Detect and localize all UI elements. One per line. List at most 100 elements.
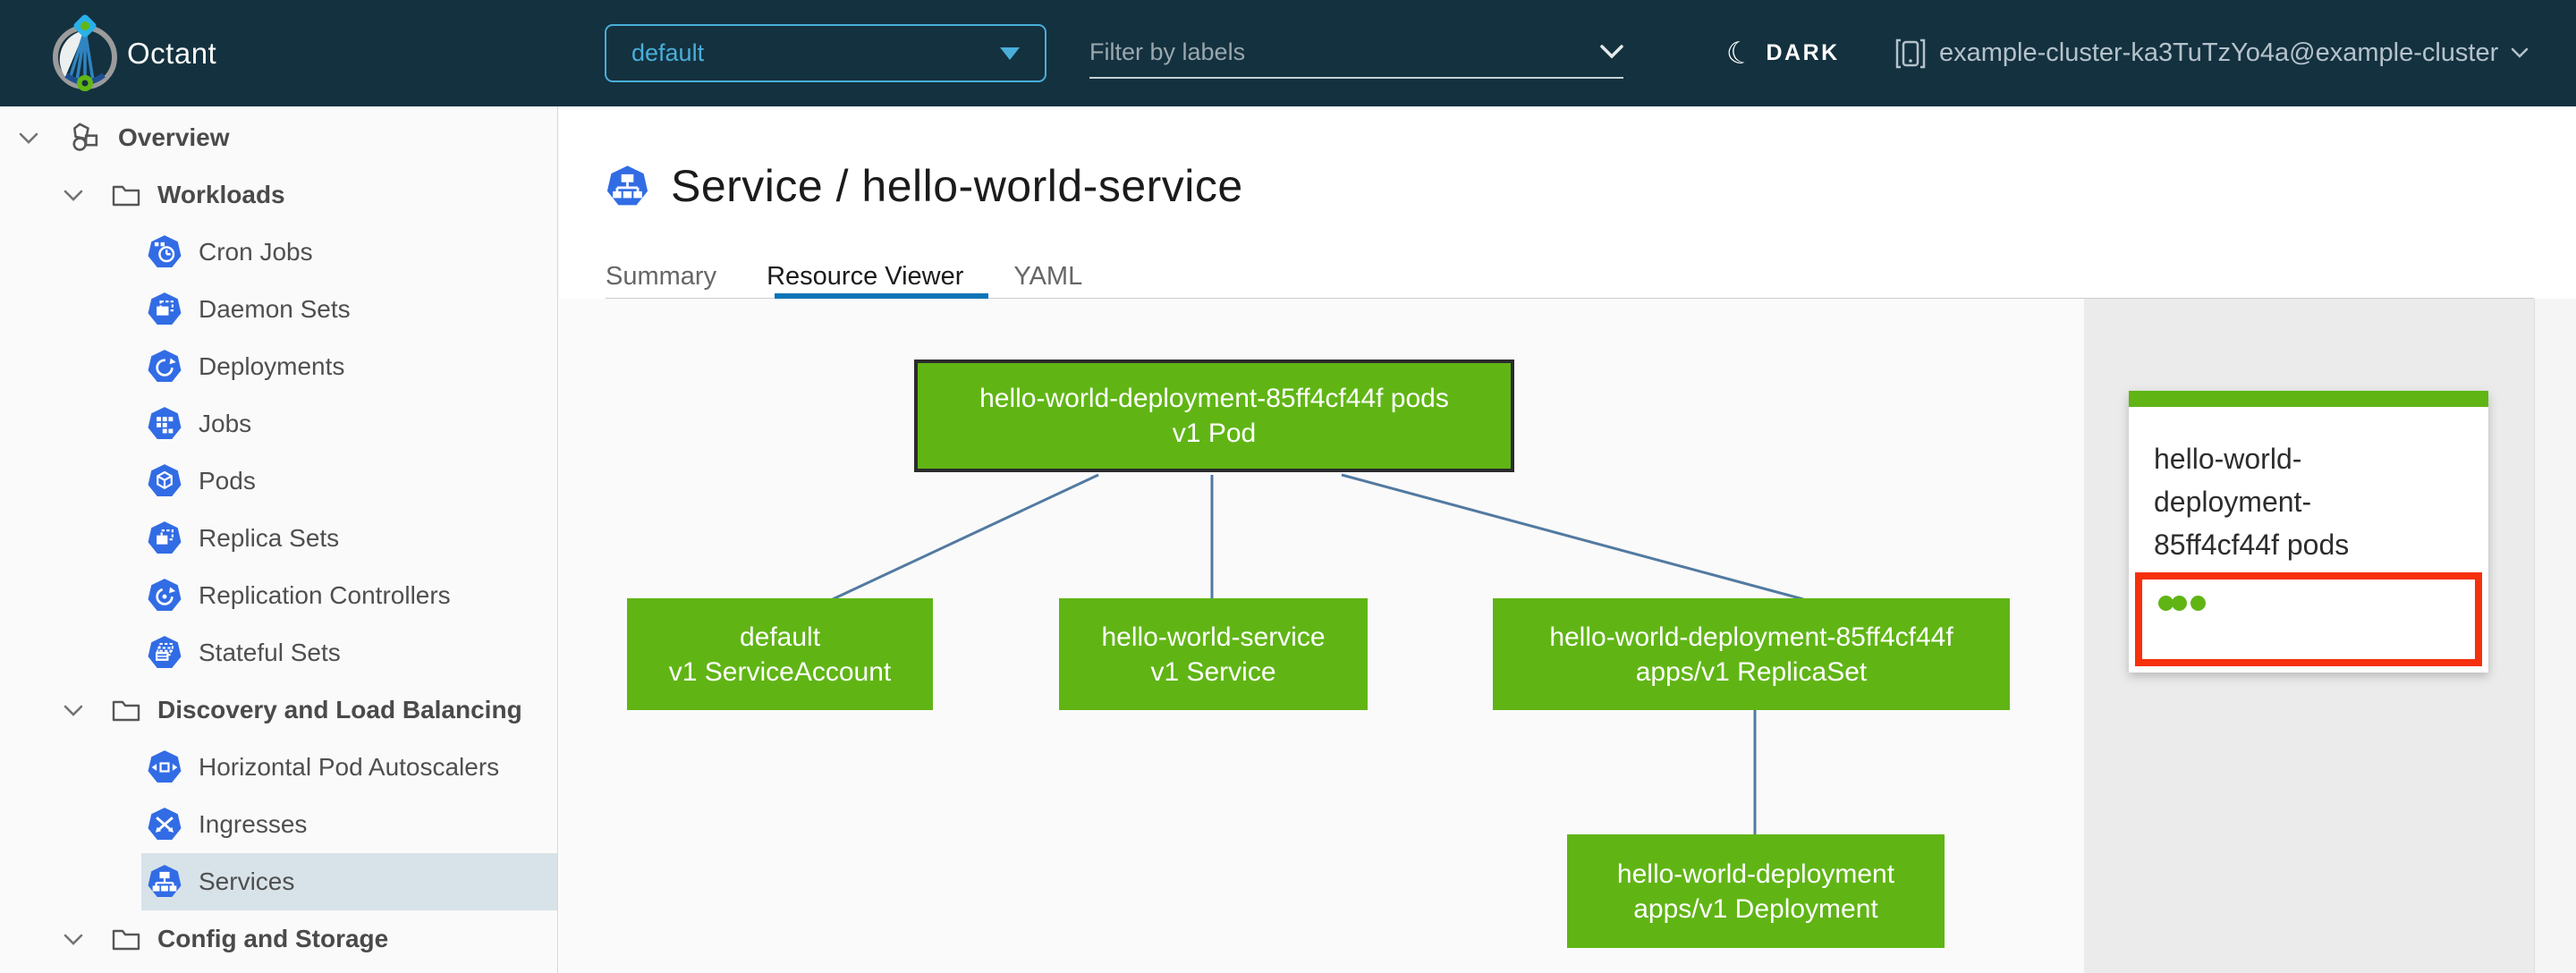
- card-title: hello-world-deployment-85ff4cf44f pods: [2154, 443, 2350, 561]
- folder-icon: [112, 929, 140, 951]
- tab-resource-viewer[interactable]: Resource Viewer: [767, 257, 963, 299]
- sidebar-item-label: Config and Storage: [157, 925, 389, 952]
- moon-icon: ☾: [1723, 32, 1758, 74]
- detail-side-panel: hello-world-deployment-85ff4cf44f pods: [2084, 299, 2534, 973]
- cluster-context-label: example-cluster-ka3TuTzYo4a@example-clus…: [1939, 38, 2499, 67]
- sidebar-item-label: Replication Controllers: [199, 581, 451, 609]
- page-title-text: Service / hello-world-service: [671, 161, 1243, 211]
- sidebar-item-horizontal-pod-autoscalers[interactable]: Horizontal Pod Autoscalers: [0, 739, 557, 796]
- chevron-down-icon[interactable]: [63, 189, 84, 202]
- sidebar-item-config-and-storage[interactable]: Config and Storage: [0, 910, 557, 968]
- applications-icon: [72, 123, 98, 151]
- cluster-icon: [1895, 38, 1926, 68]
- graph-node-deployment[interactable]: hello-world-deployment apps/v1 Deploymen…: [1567, 834, 1945, 948]
- sidebar-item-label: Services: [199, 867, 295, 895]
- sidebar-item-stateful-sets[interactable]: Stateful Sets: [0, 624, 557, 681]
- pod-dot-icon: [2172, 596, 2187, 611]
- node-label-line1: hello-world-deployment: [1616, 859, 1895, 889]
- chevron-down-icon[interactable]: [63, 933, 84, 946]
- folder-icon: [112, 185, 140, 207]
- node-label-line1: hello-world-deployment-85ff4cf44f pods: [979, 384, 1449, 413]
- node-label-line1: default: [739, 622, 821, 652]
- chevron-down-icon: [1600, 45, 1623, 59]
- tab-bar: Summary Resource Viewer YAML: [606, 257, 1132, 299]
- right-edge-gutter: [2534, 299, 2576, 973]
- card-status-bar: [2129, 391, 2488, 407]
- graph-node-pod[interactable]: hello-world-deployment-85ff4cf44f pods v…: [914, 360, 1514, 472]
- sidebar-item-ingresses[interactable]: Ingresses: [0, 796, 557, 853]
- caret-down-icon: [1000, 47, 1020, 60]
- cronjob-icon: [148, 235, 182, 267]
- tab-yaml[interactable]: YAML: [1013, 257, 1082, 299]
- ingress-icon: [148, 808, 182, 840]
- replicationcontroller-icon: [148, 579, 182, 611]
- deployment-icon: [148, 350, 182, 382]
- node-label-line2: v1 Pod: [1172, 419, 1257, 448]
- sidebar-item-label: Ingresses: [199, 810, 308, 838]
- namespace-value: default: [631, 39, 705, 66]
- label-filter-placeholder: Filter by labels: [1089, 38, 1246, 65]
- service-icon: [606, 165, 648, 205]
- sidebar-item-label: Jobs: [199, 410, 252, 437]
- sidebar-item-daemon-sets[interactable]: Daemon Sets: [0, 281, 557, 338]
- app-title: Octant: [127, 36, 217, 70]
- sidebar-item-workloads[interactable]: Workloads: [0, 166, 557, 224]
- pod-status-highlight-box: [2135, 572, 2482, 666]
- node-label-line1: hello-world-deployment-85ff4cf44f: [1549, 622, 1953, 652]
- cluster-context-selector[interactable]: example-cluster-ka3TuTzYo4a@example-clus…: [1894, 0, 2529, 106]
- sidebar-item-services[interactable]: Services: [0, 853, 557, 910]
- sidebar-item-label: Pods: [199, 467, 256, 495]
- label-filter-input[interactable]: Filter by labels: [1089, 27, 1623, 79]
- sidebar-item-label: Overview: [118, 123, 230, 151]
- job-icon: [148, 407, 182, 439]
- octant-window: Octant default Filter by labels ☾ DARK e…: [0, 0, 2576, 973]
- header-bar: Octant default Filter by labels ☾ DARK e…: [0, 0, 2576, 106]
- octant-logo-icon: [50, 14, 120, 95]
- graph-node-service[interactable]: hello-world-service v1 Service: [1059, 598, 1368, 710]
- daemonset-icon: [148, 292, 182, 325]
- resource-viewer-canvas[interactable]: hello-world-deployment-85ff4cf44f pods v…: [559, 299, 2084, 973]
- service-icon: [148, 865, 182, 897]
- sidebar-item-label: Horizontal Pod Autoscalers: [199, 753, 500, 781]
- pod-icon: [148, 464, 182, 496]
- chevron-down-icon[interactable]: [18, 131, 39, 145]
- sidebar-item-label: Discovery and Load Balancing: [157, 696, 522, 723]
- sidebar-item-label: Deployments: [199, 352, 345, 380]
- node-label-line2: v1 Service: [1150, 656, 1276, 687]
- sidebar-item-label: Workloads: [157, 181, 285, 208]
- sidebar-item-label: Cron Jobs: [199, 238, 313, 266]
- namespace-dropdown[interactable]: default: [605, 24, 1046, 82]
- sidebar-item-replica-sets[interactable]: Replica Sets: [0, 510, 557, 567]
- pod-status-dots: [2142, 580, 2475, 611]
- node-label-line2: apps/v1 Deployment: [1633, 893, 1878, 924]
- node-label-line1: hello-world-service: [1101, 622, 1326, 652]
- pod-group-card[interactable]: hello-world-deployment-85ff4cf44f pods: [2129, 391, 2488, 673]
- page-title: Service / hello-world-service: [606, 160, 1243, 212]
- sidebar-item-label: Daemon Sets: [199, 295, 351, 323]
- sidebar-item-deployments[interactable]: Deployments: [0, 338, 557, 395]
- graph-node-replicaset[interactable]: hello-world-deployment-85ff4cf44f apps/v…: [1493, 598, 2010, 710]
- folder-icon: [112, 700, 140, 722]
- statefulset-icon: [148, 636, 182, 668]
- node-label-line2: apps/v1 ReplicaSet: [1635, 656, 1868, 687]
- sidebar-item-label: Stateful Sets: [199, 639, 341, 666]
- chevron-down-icon[interactable]: [63, 704, 84, 717]
- sidebar-nav: Overview Workloads Cron Jobs Daemon Sets…: [0, 106, 558, 973]
- node-label-line2: v1 ServiceAccount: [668, 656, 892, 687]
- dark-theme-toggle[interactable]: ☾ DARK: [1723, 0, 1840, 106]
- sidebar-item-pods[interactable]: Pods: [0, 453, 557, 510]
- sidebar-item-discovery-and-load-balancing[interactable]: Discovery and Load Balancing: [0, 681, 557, 739]
- sidebar-item-replication-controllers[interactable]: Replication Controllers: [0, 567, 557, 624]
- tab-summary[interactable]: Summary: [606, 257, 716, 299]
- main-content: Service / hello-world-service Summary Re…: [559, 106, 2576, 973]
- sidebar-item-jobs[interactable]: Jobs: [0, 395, 557, 453]
- pod-dot-icon: [2190, 596, 2206, 611]
- hpa-icon: [148, 750, 182, 783]
- sidebar-item-overview[interactable]: Overview: [0, 109, 557, 166]
- chevron-down-icon: [2512, 47, 2529, 58]
- replicaset-icon: [148, 521, 182, 554]
- sidebar-item-label: Replica Sets: [199, 524, 340, 552]
- sidebar-item-cron-jobs[interactable]: Cron Jobs: [0, 224, 557, 281]
- theme-toggle-label: DARK: [1766, 40, 1840, 65]
- graph-node-serviceaccount[interactable]: default v1 ServiceAccount: [627, 598, 933, 710]
